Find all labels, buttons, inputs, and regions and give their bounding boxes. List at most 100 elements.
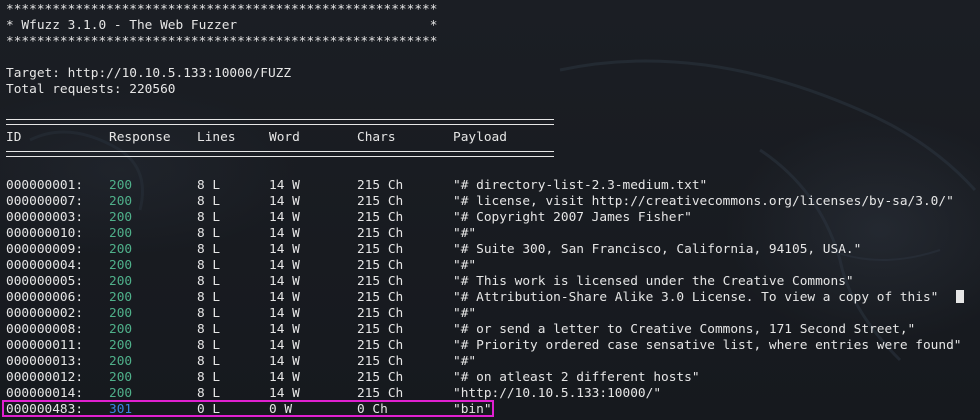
row-lines: 8 L bbox=[197, 322, 221, 337]
header-separator-bottom bbox=[6, 151, 554, 157]
row-word: 14 W bbox=[269, 354, 300, 369]
row-id: 000000003: bbox=[6, 210, 84, 225]
row-id: 000000013: bbox=[6, 354, 84, 369]
row-id: 000000011: bbox=[6, 338, 84, 353]
header-lines: Lines bbox=[197, 130, 236, 145]
row-payload: "# Copyright 2007 James Fisher" bbox=[453, 210, 692, 225]
row-payload: "# license, visit http://creativecommons… bbox=[453, 194, 954, 209]
row-response: 200 bbox=[109, 354, 133, 369]
row-id: 000000010: bbox=[6, 226, 84, 241]
row-payload: "# or send a letter to Creative Commons,… bbox=[453, 322, 916, 337]
row-id: 000000007: bbox=[6, 194, 84, 209]
row-word: 14 W bbox=[269, 258, 300, 273]
row-response: 200 bbox=[109, 338, 133, 353]
row-word: 14 W bbox=[269, 210, 300, 225]
row-payload: "# Priority ordered case sensative list,… bbox=[453, 338, 962, 353]
table-row: 000000005: 200 8 L 14 W 215 Ch "# This w… bbox=[6, 274, 854, 290]
row-lines: 8 L bbox=[197, 370, 221, 385]
row-payload: "#" bbox=[453, 306, 477, 321]
header-word: Word bbox=[269, 130, 300, 145]
row-payload: "# directory-list-2.3-medium.txt" bbox=[453, 178, 708, 193]
row-chars: 215 Ch bbox=[357, 226, 404, 241]
row-word: 14 W bbox=[269, 370, 300, 385]
row-id: 000000002: bbox=[6, 306, 84, 321]
text-cursor bbox=[956, 290, 964, 303]
row-chars: 215 Ch bbox=[357, 290, 404, 305]
row-response: 200 bbox=[109, 226, 133, 241]
table-row: 000000012: 200 8 L 14 W 215 Ch "# on atl… bbox=[6, 370, 700, 386]
table-row: 000000013: 200 8 L 14 W 215 Ch "#" bbox=[6, 354, 476, 370]
row-id: 000000006: bbox=[6, 290, 84, 305]
row-lines: 8 L bbox=[197, 194, 221, 209]
row-chars: 215 Ch bbox=[357, 242, 404, 257]
table-row: 000000001: 200 8 L 14 W 215 Ch "# direct… bbox=[6, 178, 707, 194]
row-chars: 215 Ch bbox=[357, 370, 404, 385]
row-id: 000000009: bbox=[6, 242, 84, 257]
table-row: 000000009: 200 8 L 14 W 215 Ch "# Suite … bbox=[6, 242, 861, 258]
row-chars: 215 Ch bbox=[357, 258, 404, 273]
row-lines: 8 L bbox=[197, 242, 221, 257]
table-row: 000000007: 200 8 L 14 W 215 Ch "# licens… bbox=[6, 194, 954, 210]
row-chars: 215 Ch bbox=[357, 210, 404, 225]
row-word: 14 W bbox=[269, 178, 300, 193]
row-chars: 215 Ch bbox=[357, 354, 404, 369]
row-lines: 8 L bbox=[197, 210, 221, 225]
row-chars: 215 Ch bbox=[357, 322, 404, 337]
total-requests-line: Total requests: 220560 bbox=[6, 82, 176, 97]
row-chars: 215 Ch bbox=[357, 338, 404, 353]
row-payload: "# Suite 300, San Francisco, California,… bbox=[453, 242, 862, 257]
row-payload: "#" bbox=[453, 226, 477, 241]
row-chars: 215 Ch bbox=[357, 274, 404, 289]
row-response: 200 bbox=[109, 274, 133, 289]
row-word: 14 W bbox=[269, 322, 300, 337]
row-word: 14 W bbox=[269, 226, 300, 241]
row-lines: 8 L bbox=[197, 226, 221, 241]
row-chars: 215 Ch bbox=[357, 178, 404, 193]
table-row: 000000011: 200 8 L 14 W 215 Ch "# Priori… bbox=[6, 338, 962, 354]
table-row: 000000002: 200 8 L 14 W 215 Ch "#" bbox=[6, 306, 476, 322]
row-lines: 8 L bbox=[197, 274, 221, 289]
row-chars: 215 Ch bbox=[357, 306, 404, 321]
row-response: 200 bbox=[109, 306, 133, 321]
header-chars: Chars bbox=[357, 130, 396, 145]
row-word: 14 W bbox=[269, 242, 300, 257]
row-id: 000000004: bbox=[6, 258, 84, 273]
row-response: 200 bbox=[109, 322, 133, 337]
row-lines: 8 L bbox=[197, 178, 221, 193]
row-response: 200 bbox=[109, 178, 133, 193]
header-id: ID bbox=[6, 130, 22, 145]
terminal-window[interactable]: ****************************************… bbox=[0, 0, 980, 420]
row-word: 14 W bbox=[269, 338, 300, 353]
row-payload: "# Attribution-Share Alike 3.0 License. … bbox=[453, 290, 939, 305]
row-chars: 215 Ch bbox=[357, 194, 404, 209]
row-response: 200 bbox=[109, 290, 133, 305]
target-line: Target: http://10.10.5.133:10000/FUZZ bbox=[6, 66, 292, 81]
row-lines: 8 L bbox=[197, 306, 221, 321]
row-lines: 8 L bbox=[197, 354, 221, 369]
table-row: 000000008: 200 8 L 14 W 215 Ch "# or sen… bbox=[6, 322, 915, 338]
table-row: 000000010: 200 8 L 14 W 215 Ch "#" bbox=[6, 226, 476, 242]
banner-title: * Wfuzz 3.1.0 - The Web Fuzzer * bbox=[6, 18, 438, 33]
row-response: 200 bbox=[109, 242, 133, 257]
row-word: 14 W bbox=[269, 290, 300, 305]
row-payload: "# on atleast 2 different hosts" bbox=[453, 370, 700, 385]
header-payload: Payload bbox=[453, 130, 507, 145]
row-id: 000000001: bbox=[6, 178, 84, 193]
table-row: 000000003: 200 8 L 14 W 215 Ch "# Copyri… bbox=[6, 210, 692, 226]
row-lines: 8 L bbox=[197, 338, 221, 353]
header-response: Response bbox=[109, 130, 171, 145]
row-response: 200 bbox=[109, 258, 133, 273]
table-row: 000000006: 200 8 L 14 W 215 Ch "# Attrib… bbox=[6, 290, 938, 306]
table-header: ID Response Lines Word Chars Payload bbox=[6, 130, 507, 146]
row-word: 14 W bbox=[269, 306, 300, 321]
row-word: 14 W bbox=[269, 274, 300, 289]
row-lines: 8 L bbox=[197, 290, 221, 305]
row-id: 000000012: bbox=[6, 370, 84, 385]
table-row: 000000004: 200 8 L 14 W 215 Ch "#" bbox=[6, 258, 476, 274]
row-response: 200 bbox=[109, 370, 133, 385]
row-id: 000000005: bbox=[6, 274, 84, 289]
banner-bottom-border: ****************************************… bbox=[6, 34, 438, 49]
row-response: 200 bbox=[109, 194, 133, 209]
row-response: 200 bbox=[109, 210, 133, 225]
row-lines: 8 L bbox=[197, 258, 221, 273]
